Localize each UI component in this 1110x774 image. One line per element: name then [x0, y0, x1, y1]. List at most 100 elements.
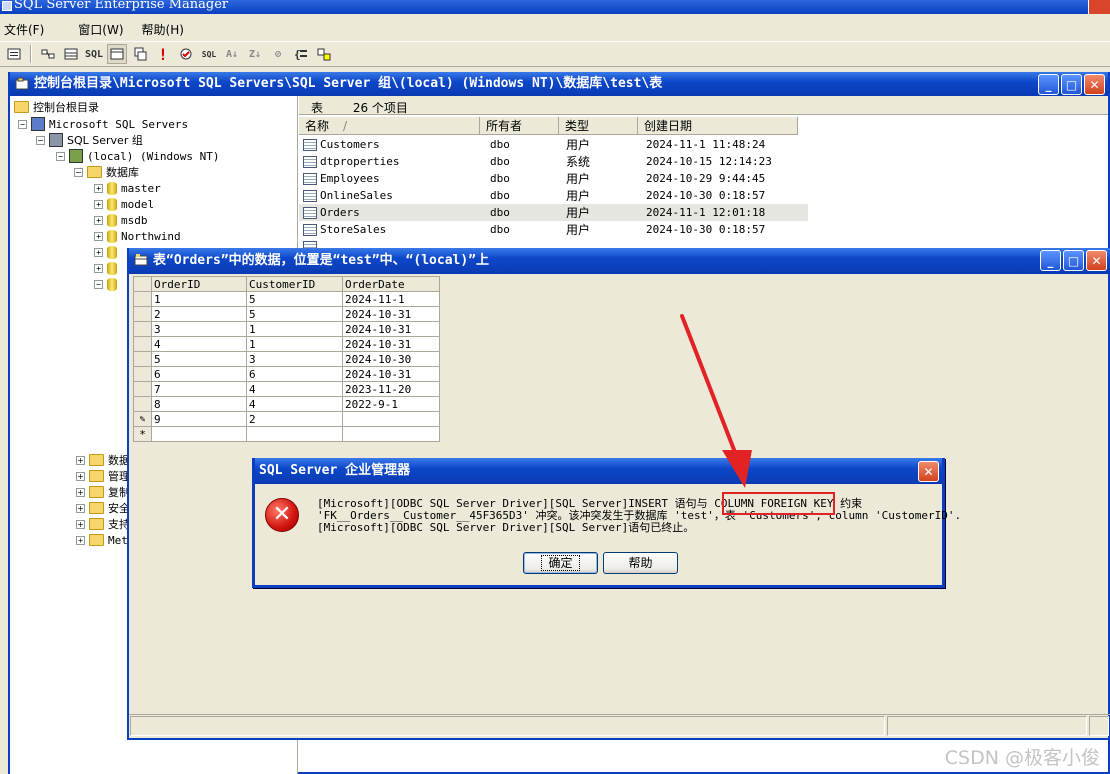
group-by-icon[interactable]: { — [291, 44, 311, 64]
grid-row-editing[interactable]: ✎ 9 2 — [133, 411, 440, 427]
expand-icon[interactable]: + — [94, 183, 103, 193]
tree-node-databases[interactable]: − 数据库 — [74, 164, 139, 180]
expand-icon[interactable]: + — [94, 263, 103, 273]
list-row[interactable]: Customers dbo 用户 2024-11-1 11:48:24 — [299, 136, 806, 153]
row-selector[interactable] — [133, 351, 152, 367]
collapse-icon[interactable]: − — [18, 119, 27, 129]
expand-icon[interactable]: + — [76, 503, 85, 513]
console-close-button[interactable]: ✕ — [1084, 74, 1105, 95]
grid-cell[interactable]: 5 — [246, 291, 343, 307]
tree-node-folder[interactable]: + 支持 — [76, 516, 130, 532]
tree-node-db[interactable]: + — [94, 260, 117, 276]
grid-row[interactable]: 7 4 2023-11-20 — [133, 381, 440, 397]
ok-button[interactable]: 确定 — [523, 552, 598, 574]
list-row[interactable]: dtproperties dbo 系统 2024-10-15 12:14:23 — [299, 153, 806, 170]
collapse-icon[interactable]: − — [74, 167, 83, 177]
grid-cell[interactable]: 4 — [151, 336, 247, 352]
expand-icon[interactable]: + — [76, 519, 85, 529]
column-header-type[interactable]: 类型 — [559, 117, 638, 135]
tree-node-folder[interactable]: + 管理 — [76, 468, 130, 484]
sort-ascending-icon[interactable]: A↓ — [222, 44, 242, 64]
row-selector[interactable] — [133, 321, 152, 337]
grid-cell[interactable]: 3 — [246, 351, 343, 367]
grid-row[interactable]: 4 1 2024-10-31 — [133, 336, 440, 352]
grid-cell[interactable]: 4 — [246, 396, 343, 412]
menu-window[interactable]: 窗口(W) — [76, 21, 133, 38]
menu-help[interactable]: 帮助(H) — [140, 21, 194, 38]
tree-node-folder[interactable]: + 数据 — [76, 452, 130, 468]
tree-node-db[interactable]: + — [94, 244, 117, 260]
grid-row[interactable]: 6 6 2024-10-31 — [133, 366, 440, 382]
grid-cell[interactable]: 9 — [151, 411, 247, 427]
grid-cell[interactable]: 4 — [246, 381, 343, 397]
column-header-created[interactable]: 创建日期 — [638, 117, 798, 135]
grid-cell[interactable]: 6 — [151, 366, 247, 382]
grid-cell[interactable]: 8 — [151, 396, 247, 412]
grid-cell[interactable]: 6 — [246, 366, 343, 382]
grid-cell[interactable] — [246, 426, 343, 442]
expand-icon[interactable]: + — [76, 455, 85, 465]
grid-cell[interactable]: 2024-10-30 — [342, 351, 440, 367]
tree-node-folder[interactable]: + 安全 — [76, 500, 130, 516]
grid-cell[interactable]: 2024-10-31 — [342, 336, 440, 352]
diagram-pane-icon[interactable] — [38, 44, 58, 64]
grid-column-header[interactable]: CustomerID — [246, 276, 343, 292]
data-minimize-button[interactable]: _ — [1040, 250, 1061, 271]
grid-pane-icon[interactable] — [61, 44, 81, 64]
tree-node-root[interactable]: 控制台根目录 — [14, 99, 99, 115]
help-button[interactable]: 帮助 — [603, 552, 678, 574]
grid-row[interactable]: 1 5 2024-11-1 — [133, 291, 440, 307]
grid-cell[interactable] — [151, 426, 247, 442]
run-icon[interactable]: ! — [153, 44, 173, 64]
collapse-icon[interactable]: − — [36, 135, 45, 145]
tree-node-ms-servers[interactable]: − Microsoft SQL Servers — [18, 116, 188, 132]
add-table-icon[interactable] — [314, 44, 334, 64]
collapse-icon[interactable]: − — [56, 151, 65, 161]
list-row-selected[interactable]: Orders dbo 用户 2024-11-1 12:01:18 — [299, 204, 808, 221]
results-pane-icon[interactable] — [107, 44, 127, 64]
console-minimize-button[interactable]: _ — [1038, 74, 1059, 95]
grid-cell[interactable] — [342, 426, 440, 442]
verify-sql-icon[interactable] — [176, 44, 196, 64]
error-close-button[interactable]: ✕ — [918, 461, 939, 482]
tree-node-db[interactable]: + model — [94, 196, 154, 212]
console-maximize-button[interactable]: □ — [1061, 74, 1082, 95]
grid-column-header[interactable]: OrderDate — [342, 276, 440, 292]
tree-node-db[interactable]: + master — [94, 180, 161, 196]
grid-cell[interactable]: 2024-11-1 — [342, 291, 440, 307]
grid-cell[interactable]: 2 — [151, 306, 247, 322]
tree-node-folder[interactable]: + Met — [76, 532, 128, 548]
grid-cell[interactable]: 5 — [151, 351, 247, 367]
remove-filter-icon[interactable]: ⊘ — [268, 44, 288, 64]
grid-cell[interactable]: 2023-11-20 — [342, 381, 440, 397]
grid-row[interactable]: 2 5 2024-10-31 — [133, 306, 440, 322]
expand-icon[interactable]: + — [94, 231, 103, 241]
expand-icon[interactable]: + — [76, 535, 85, 545]
grid-cell[interactable]: 1 — [246, 336, 343, 352]
data-close-button[interactable]: ✕ — [1086, 250, 1107, 271]
column-header-owner[interactable]: 所有者 — [480, 117, 559, 135]
change-type-icon[interactable] — [130, 44, 150, 64]
tree-node-db[interactable]: − — [94, 276, 117, 292]
row-selector[interactable] — [133, 381, 152, 397]
grid-cell[interactable]: 2 — [246, 411, 343, 427]
tree-node-folder[interactable]: + 复制 — [76, 484, 130, 500]
row-selector[interactable] — [133, 336, 152, 352]
grid-cell[interactable]: 1 — [246, 321, 343, 337]
tree-node-server[interactable]: − (local) (Windows NT) — [56, 148, 219, 164]
expand-icon[interactable]: + — [76, 487, 85, 497]
menu-file[interactable]: 文件(F) — [2, 21, 54, 38]
grid-cell[interactable]: 2024-10-31 — [342, 366, 440, 382]
sql-pane-icon[interactable]: SQL — [84, 44, 104, 64]
grid-cell[interactable]: 2024-10-31 — [342, 321, 440, 337]
sort-descending-icon[interactable]: Z↓ — [245, 44, 265, 64]
grid-new-row[interactable]: * — [133, 426, 440, 442]
list-row[interactable]: Employees dbo 用户 2024-10-29 9:44:45 — [299, 170, 806, 187]
app-close-button[interactable] — [1088, 0, 1110, 14]
properties-icon[interactable] — [4, 44, 24, 64]
grid-cell[interactable]: 2022-9-1 — [342, 396, 440, 412]
grid-row[interactable]: 8 4 2022-9-1 — [133, 396, 440, 412]
row-selector[interactable] — [133, 396, 152, 412]
column-header-name[interactable]: 名称 / — [299, 117, 480, 135]
grid-cell[interactable]: 3 — [151, 321, 247, 337]
